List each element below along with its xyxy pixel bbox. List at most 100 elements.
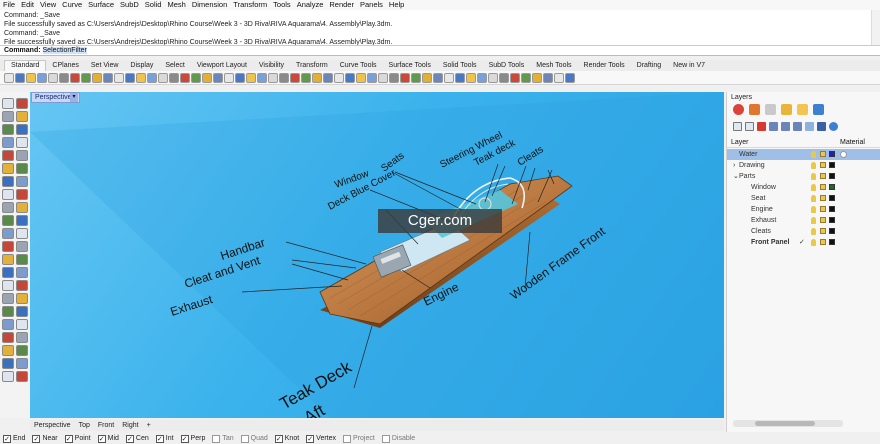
toolbar-button-icon[interactable]: [136, 72, 146, 83]
osnap-mid[interactable]: ✓ Mid: [97, 434, 119, 443]
left-tool-icon[interactable]: [16, 280, 28, 291]
osnap-checkbox[interactable]: ✓: [3, 434, 11, 443]
left-tool-icon[interactable]: [16, 176, 28, 187]
osnap-checkbox[interactable]: ✓: [274, 434, 283, 443]
visibility-bulb-icon[interactable]: [811, 228, 816, 235]
viewport-menu-icon[interactable]: ▾: [70, 93, 78, 102]
toolbar-button-icon[interactable]: [411, 72, 421, 83]
layer-color-swatch[interactable]: [829, 217, 835, 223]
toolbar-button-icon[interactable]: [125, 72, 135, 83]
osnap-checkbox[interactable]: ✓: [125, 434, 134, 443]
lock-icon[interactable]: [820, 173, 826, 179]
toolbar-button-icon[interactable]: [312, 72, 322, 83]
layer-row[interactable]: Front Panel ✓: [727, 237, 880, 248]
layer-row[interactable]: Cleats: [727, 226, 880, 237]
toolbar-button-icon[interactable]: [389, 72, 399, 83]
menu-item-view[interactable]: View: [40, 0, 56, 10]
left-tool-icon[interactable]: [2, 306, 14, 317]
osnap-checkbox[interactable]: [343, 434, 352, 443]
left-tool-icon[interactable]: [2, 137, 14, 148]
toolbar-button-icon[interactable]: [323, 72, 333, 83]
delete-layer-icon[interactable]: [757, 122, 766, 131]
left-tool-icon[interactable]: [2, 267, 14, 278]
toolbar-button-icon[interactable]: [279, 72, 289, 83]
menu-item-mesh[interactable]: Mesh: [167, 0, 185, 10]
left-tool-icon[interactable]: [16, 293, 28, 304]
visibility-bulb-icon[interactable]: [811, 217, 816, 224]
layers-scrollbar[interactable]: [733, 420, 843, 427]
toolbar-button-icon[interactable]: [147, 72, 157, 83]
folder-icon[interactable]: [797, 104, 808, 115]
current-layer-check-icon[interactable]: ✓: [799, 237, 805, 248]
toolbar-button-icon[interactable]: [213, 72, 223, 83]
osnap-int[interactable]: ✓ Int: [155, 434, 174, 443]
viewport-tab-right[interactable]: Right: [122, 422, 138, 429]
layer-row[interactable]: › Drawing: [727, 160, 880, 171]
tab-set-view[interactable]: Set View: [85, 61, 125, 71]
lock-icon[interactable]: [820, 184, 826, 190]
move-parent-icon[interactable]: [793, 122, 802, 131]
toolbar-button-icon[interactable]: [433, 72, 443, 83]
left-tool-icon[interactable]: [2, 202, 14, 213]
osnap-disable[interactable]: Disable: [381, 434, 415, 443]
visibility-bulb-icon[interactable]: [811, 239, 816, 246]
osnap-checkbox[interactable]: ✓: [97, 434, 106, 443]
left-tool-icon[interactable]: [16, 111, 28, 122]
toolbar-button-icon[interactable]: [15, 72, 25, 83]
toolbar-button-icon[interactable]: [103, 72, 113, 83]
add-viewport-tab-icon[interactable]: +: [147, 422, 151, 429]
toolbar-button-icon[interactable]: [510, 72, 520, 83]
left-tool-icon[interactable]: [16, 358, 28, 369]
left-tool-icon[interactable]: [2, 150, 14, 161]
left-tool-icon[interactable]: [2, 293, 14, 304]
toolbar-button-icon[interactable]: [543, 72, 553, 83]
menu-item-edit[interactable]: Edit: [21, 0, 34, 10]
viewport-tab-top[interactable]: Top: [79, 422, 90, 429]
lock-icon[interactable]: [820, 239, 826, 245]
visibility-bulb-icon[interactable]: [811, 173, 816, 180]
left-tool-icon[interactable]: [2, 358, 14, 369]
tab-surface-tools[interactable]: Surface Tools: [383, 61, 437, 71]
left-tool-icon[interactable]: [16, 267, 28, 278]
tab-mesh-tools[interactable]: Mesh Tools: [530, 61, 577, 71]
osnap-checkbox[interactable]: ✓: [32, 434, 41, 443]
osnap-checkbox[interactable]: [381, 434, 390, 443]
toolbar-button-icon[interactable]: [455, 72, 465, 83]
tab-cplanes[interactable]: CPlanes: [46, 61, 84, 71]
tab-standard[interactable]: Standard: [4, 60, 47, 71]
move-down-icon[interactable]: [781, 122, 790, 131]
menu-item-subd[interactable]: SubD: [120, 0, 139, 10]
render-icon[interactable]: [781, 104, 792, 115]
layers-tab-icon[interactable]: [765, 104, 776, 115]
menu-item-tools[interactable]: Tools: [273, 0, 291, 10]
osnap-checkbox[interactable]: ✓: [64, 434, 73, 443]
tab-select[interactable]: Select: [159, 61, 190, 71]
tab-drafting[interactable]: Drafting: [631, 61, 668, 71]
visibility-bulb-icon[interactable]: [811, 162, 816, 169]
toolbar-button-icon[interactable]: [488, 72, 498, 83]
toolbar-button-icon[interactable]: [565, 72, 575, 83]
layer-color-swatch[interactable]: [829, 228, 835, 234]
tab-solid-tools[interactable]: Solid Tools: [437, 61, 483, 71]
toolbar-button-icon[interactable]: [169, 72, 179, 83]
layer-color-swatch[interactable]: [829, 184, 835, 190]
left-tool-icon[interactable]: [2, 345, 14, 356]
left-tool-icon[interactable]: [16, 371, 28, 382]
toolbar-button-icon[interactable]: [477, 72, 487, 83]
osnap-near[interactable]: ✓ Near: [32, 434, 58, 443]
layer-row[interactable]: Water: [727, 149, 880, 160]
osnap-tan[interactable]: Tan: [212, 434, 234, 443]
left-tool-icon[interactable]: [16, 345, 28, 356]
toolbar-button-icon[interactable]: [521, 72, 531, 83]
toolbar-button-icon[interactable]: [554, 72, 564, 83]
left-tool-icon[interactable]: [2, 332, 14, 343]
toolbar-button-icon[interactable]: [180, 72, 190, 83]
layer-row[interactable]: Exhaust: [727, 215, 880, 226]
left-tool-icon[interactable]: [16, 124, 28, 135]
left-tool-icon[interactable]: [16, 228, 28, 239]
new-layer-icon[interactable]: [733, 122, 742, 131]
materials-icon[interactable]: [749, 104, 760, 115]
menu-item-dimension[interactable]: Dimension: [192, 0, 227, 10]
tab-display[interactable]: Display: [124, 61, 159, 71]
scroll-thumb[interactable]: [755, 421, 815, 426]
